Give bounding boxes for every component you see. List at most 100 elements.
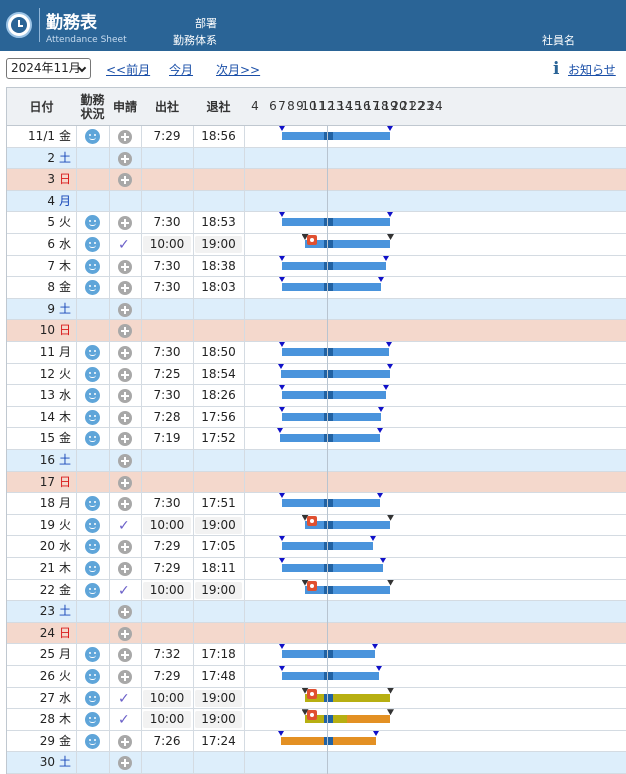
table-row: 9土 xyxy=(7,298,626,321)
date-cell: 2 xyxy=(47,150,55,165)
add-request-icon[interactable] xyxy=(118,281,132,296)
month-select[interactable]: 2024年11月 xyxy=(6,58,91,79)
add-request-icon[interactable] xyxy=(118,497,132,512)
work-time-bar[interactable] xyxy=(282,218,390,227)
smiley-status-icon[interactable] xyxy=(85,582,100,598)
alarm-flag-icon[interactable] xyxy=(306,235,317,245)
add-request-icon[interactable] xyxy=(118,648,132,663)
clock-out-time: 17:24 xyxy=(201,733,236,748)
alarm-flag-icon[interactable] xyxy=(306,688,317,699)
alarm-flag-icon[interactable] xyxy=(306,710,317,721)
add-request-icon[interactable] xyxy=(118,173,132,188)
smiley-status-icon[interactable] xyxy=(85,215,100,231)
add-request-icon[interactable] xyxy=(118,302,132,317)
work-time-bar[interactable] xyxy=(282,132,390,140)
table-row: 11/1 金 7:29 18:56 xyxy=(7,126,626,148)
add-request-icon[interactable] xyxy=(118,562,132,576)
add-request-icon[interactable] xyxy=(118,454,132,468)
add-request-icon[interactable] xyxy=(118,432,132,447)
prev-month-link[interactable]: <<前月 xyxy=(106,61,150,78)
alarm-flag-icon[interactable] xyxy=(306,515,317,526)
break-time-bar xyxy=(324,585,334,594)
weekday-cell: 木 xyxy=(58,258,71,273)
col-status-header-line2: 状況 xyxy=(80,107,105,121)
break-time-bar xyxy=(324,218,334,227)
smiley-status-icon[interactable] xyxy=(85,258,100,274)
add-request-icon[interactable] xyxy=(118,475,132,490)
smiley-status-icon[interactable] xyxy=(85,496,100,512)
add-request-icon[interactable] xyxy=(118,324,132,339)
work-time-bar[interactable] xyxy=(304,240,390,248)
add-request-icon[interactable] xyxy=(118,605,132,620)
add-request-icon[interactable] xyxy=(118,410,132,425)
table-row: 3日 xyxy=(7,169,626,191)
smiley-status-icon[interactable] xyxy=(85,712,100,728)
smiley-status-icon[interactable] xyxy=(85,237,100,252)
notice-link[interactable]: お知らせ xyxy=(568,61,616,78)
smiley-status-icon[interactable] xyxy=(85,366,100,382)
start-marker-icon xyxy=(278,363,285,369)
date-cell: 23 xyxy=(39,604,55,619)
approved-check-icon[interactable]: ✓ xyxy=(118,519,132,533)
smiley-status-icon[interactable] xyxy=(85,129,100,144)
smiley-status-icon[interactable] xyxy=(85,669,100,684)
work-time-bar[interactable] xyxy=(282,391,386,400)
break-time-bar xyxy=(324,412,334,421)
smiley-status-icon[interactable] xyxy=(85,431,100,447)
add-request-icon[interactable] xyxy=(118,259,132,274)
add-request-icon[interactable] xyxy=(118,389,132,404)
approved-check-icon[interactable]: ✓ xyxy=(118,713,132,727)
weekday-cell: 水 xyxy=(58,237,71,251)
approved-check-icon[interactable]: ✓ xyxy=(118,584,132,598)
work-time-bar[interactable] xyxy=(304,693,390,702)
smiley-status-icon[interactable] xyxy=(85,517,100,533)
start-marker-icon xyxy=(277,428,284,434)
approved-check-icon[interactable]: ✓ xyxy=(118,238,132,252)
work-time-bar[interactable] xyxy=(281,369,390,378)
clock-out-time: 19:00 xyxy=(195,711,242,729)
weekday-cell: 日 xyxy=(58,172,71,187)
alarm-flag-icon[interactable] xyxy=(306,580,317,591)
work-time-bar[interactable] xyxy=(282,348,390,356)
approved-check-icon[interactable]: ✓ xyxy=(118,692,132,706)
break-time-bar xyxy=(324,240,334,248)
smiley-status-icon[interactable] xyxy=(85,647,100,663)
info-icon[interactable]: i xyxy=(553,59,559,79)
add-request-icon[interactable] xyxy=(118,734,132,749)
date-cell: 20 xyxy=(39,539,55,554)
next-month-link[interactable]: 次月>> xyxy=(216,61,260,78)
add-request-icon[interactable] xyxy=(118,756,132,771)
break-time-bar xyxy=(324,283,334,292)
weekday-cell: 土 xyxy=(58,453,71,467)
smiley-status-icon[interactable] xyxy=(85,388,100,404)
weekday-cell: 金 xyxy=(58,129,71,143)
work-time-bar[interactable] xyxy=(304,585,390,594)
add-request-icon[interactable] xyxy=(118,346,132,360)
add-request-icon[interactable] xyxy=(118,540,132,555)
table-row: 17 日 xyxy=(7,471,626,494)
add-request-icon[interactable] xyxy=(118,216,132,231)
smiley-status-icon[interactable] xyxy=(85,539,100,555)
smiley-status-icon[interactable] xyxy=(85,280,100,296)
smiley-status-icon[interactable] xyxy=(85,690,100,706)
work-time-bar[interactable] xyxy=(304,520,390,529)
clock-in-time: 7:30 xyxy=(153,215,181,230)
smiley-status-icon[interactable] xyxy=(85,733,100,749)
add-request-icon[interactable] xyxy=(118,367,132,382)
end-marker-icon xyxy=(371,644,378,650)
smiley-status-icon[interactable] xyxy=(85,345,100,360)
smiley-status-icon[interactable] xyxy=(85,561,100,576)
work-time-bar[interactable] xyxy=(282,261,387,270)
add-request-icon[interactable] xyxy=(118,626,132,641)
add-request-icon[interactable] xyxy=(118,670,132,684)
add-request-icon[interactable] xyxy=(118,130,132,144)
start-marker-icon xyxy=(279,277,285,283)
smiley-status-icon[interactable] xyxy=(85,409,100,425)
weekday-cell: 土 xyxy=(58,150,71,165)
weekday-cell: 土 xyxy=(58,604,71,619)
clock-out-time: 18:54 xyxy=(201,366,236,381)
work-time-bar[interactable] xyxy=(346,715,390,724)
table-row: 23 土 xyxy=(7,601,626,623)
current-month-link[interactable]: 今月 xyxy=(169,61,193,78)
add-request-icon[interactable] xyxy=(118,151,132,166)
